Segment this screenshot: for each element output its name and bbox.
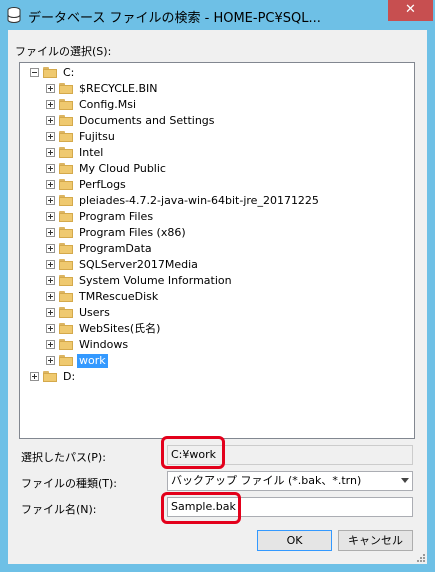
tree-node-label: Config.Msi	[79, 98, 137, 111]
folder-icon	[59, 195, 73, 206]
folder-icon	[59, 99, 73, 110]
expand-icon[interactable]	[46, 164, 55, 173]
tree-node-label: SQLServer2017Media	[79, 258, 198, 271]
file-type-select[interactable]: バックアップ ファイル (*.bak、*.trn)	[167, 471, 413, 491]
expand-icon[interactable]	[46, 100, 55, 109]
file-type-value: バックアップ ファイル (*.bak、*.trn)	[171, 474, 362, 487]
cancel-button[interactable]: キャンセル	[338, 530, 413, 551]
tree-node-label: pleiades-4.7.2-java-win-64bit-jre_201712…	[79, 194, 319, 207]
tree-folder-node[interactable]: ProgramData	[20, 241, 414, 257]
tree-node-label: C:	[63, 66, 75, 79]
tree-node-label: Windows	[79, 338, 129, 351]
tree-node-label: PerfLogs	[79, 178, 126, 191]
folder-icon	[59, 131, 73, 142]
folder-icon	[59, 83, 73, 94]
expand-icon[interactable]	[46, 340, 55, 349]
tree-folder-node[interactable]: Program Files (x86)	[20, 225, 414, 241]
file-name-label: ファイル名(N):	[21, 503, 97, 516]
file-select-label: ファイルの選択(S):	[15, 45, 112, 58]
tree-drive-node[interactable]: D:	[20, 369, 414, 385]
folder-icon	[43, 371, 57, 382]
window-title: データベース ファイルの検索 - HOME-PC¥SQL...	[28, 11, 321, 26]
tree-folder-node[interactable]: My Cloud Public	[20, 161, 414, 177]
expand-icon[interactable]	[46, 180, 55, 189]
folder-icon	[59, 179, 73, 190]
expand-icon[interactable]	[46, 324, 55, 333]
folder-icon	[59, 147, 73, 158]
folder-icon	[59, 307, 73, 318]
folder-icon	[59, 339, 73, 350]
expand-icon[interactable]	[46, 244, 55, 253]
dialog-window: データベース ファイルの検索 - HOME-PC¥SQL... ✕ ファイルの選…	[0, 0, 435, 572]
expand-icon[interactable]	[46, 84, 55, 93]
folder-icon	[59, 355, 73, 366]
folder-icon	[59, 275, 73, 286]
folder-icon	[59, 115, 73, 126]
tree-folder-node[interactable]: Config.Msi	[20, 97, 414, 113]
tree-node-label: Program Files (x86)	[79, 226, 186, 239]
tree-folder-node[interactable]: TMRescueDisk	[20, 289, 414, 305]
tree-folder-node[interactable]: $RECYCLE.BIN	[20, 81, 414, 97]
tree-node-label: Documents and Settings	[79, 114, 215, 127]
tree-folder-node[interactable]: Fujitsu	[20, 129, 414, 145]
chevron-down-icon	[401, 478, 409, 483]
tree-node-label: $RECYCLE.BIN	[79, 82, 158, 95]
folder-icon	[59, 291, 73, 302]
expand-icon[interactable]	[46, 260, 55, 269]
annotation-highlight-path	[161, 436, 225, 469]
expand-icon[interactable]	[46, 308, 55, 317]
folder-icon	[59, 243, 73, 254]
tree-node-label: work	[77, 354, 108, 368]
tree-node-label: Intel	[79, 146, 104, 159]
ok-button[interactable]: OK	[257, 530, 332, 551]
tree-node-label: TMRescueDisk	[79, 290, 159, 303]
folder-icon	[59, 211, 73, 222]
tree-folder-node[interactable]: pleiades-4.7.2-java-win-64bit-jre_201712…	[20, 193, 414, 209]
expand-icon[interactable]	[30, 372, 39, 381]
expand-icon[interactable]	[46, 116, 55, 125]
annotation-highlight-filename	[161, 492, 241, 524]
expand-icon[interactable]	[46, 356, 55, 365]
title-bar[interactable]: データベース ファイルの検索 - HOME-PC¥SQL... ✕	[0, 0, 435, 30]
tree-folder-node[interactable]: Users	[20, 305, 414, 321]
tree-folder-node[interactable]: SQLServer2017Media	[20, 257, 414, 273]
collapse-icon[interactable]	[30, 68, 39, 77]
tree-folder-node[interactable]: Documents and Settings	[20, 113, 414, 129]
database-icon	[7, 7, 21, 23]
selected-path-label: 選択したパス(P):	[21, 451, 106, 464]
expand-icon[interactable]	[46, 132, 55, 141]
expand-icon[interactable]	[46, 228, 55, 237]
close-button[interactable]: ✕	[388, 0, 433, 21]
tree-folder-node[interactable]: Program Files	[20, 209, 414, 225]
folder-icon	[59, 259, 73, 270]
tree-node-label: ProgramData	[79, 242, 152, 255]
tree-folder-node[interactable]: PerfLogs	[20, 177, 414, 193]
tree-folder-node[interactable]: work	[20, 353, 414, 369]
tree-node-label: Fujitsu	[79, 130, 115, 143]
folder-icon	[43, 67, 57, 78]
tree-node-label: Program Files	[79, 210, 154, 223]
expand-icon[interactable]	[46, 292, 55, 301]
dialog-client-area: ファイルの選択(S): C: $RECYCLE.BIN Config.Msi Docu…	[8, 30, 427, 564]
folder-icon	[59, 163, 73, 174]
folder-icon	[59, 323, 73, 334]
tree-node-label: D:	[63, 370, 76, 383]
folder-tree[interactable]: C: $RECYCLE.BIN Config.Msi Documents and Se…	[19, 62, 415, 439]
tree-folder-node[interactable]: Intel	[20, 145, 414, 161]
tree-node-label: WebSites(氏名)	[79, 322, 161, 335]
folder-icon	[59, 227, 73, 238]
tree-drive-node[interactable]: C:	[20, 65, 414, 81]
expand-icon[interactable]	[46, 196, 55, 205]
tree-node-label: My Cloud Public	[79, 162, 166, 175]
expand-icon[interactable]	[46, 212, 55, 221]
resize-grip-icon[interactable]	[415, 552, 425, 562]
expand-icon[interactable]	[46, 148, 55, 157]
tree-node-label: System Volume Information	[79, 274, 232, 287]
tree-folder-node[interactable]: System Volume Information	[20, 273, 414, 289]
file-type-label: ファイルの種類(T):	[21, 477, 118, 490]
tree-folder-node[interactable]: WebSites(氏名)	[20, 321, 414, 337]
expand-icon[interactable]	[46, 276, 55, 285]
tree-node-label: Users	[79, 306, 110, 319]
tree-folder-node[interactable]: Windows	[20, 337, 414, 353]
